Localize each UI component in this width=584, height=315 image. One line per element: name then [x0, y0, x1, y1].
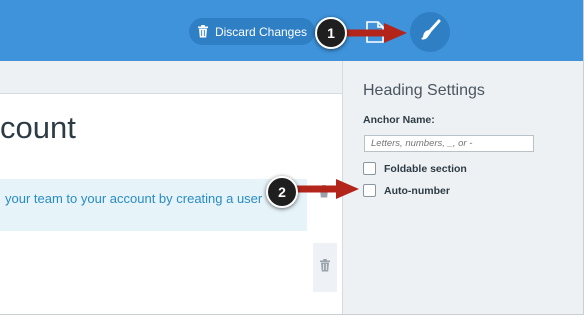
foldable-section-row[interactable]: Foldable section: [363, 162, 467, 175]
annotation-arrow-1: [344, 23, 407, 43]
trash-icon: [197, 25, 209, 38]
annotation-callout-1: 1: [315, 17, 347, 49]
foldable-section-checkbox[interactable]: [363, 162, 376, 175]
highlighted-block[interactable]: your team to your account by creating a …: [0, 179, 307, 231]
editor-toolbar: Discard Changes: [0, 0, 583, 61]
anchor-name-input[interactable]: [364, 135, 534, 152]
auto-number-checkbox[interactable]: [363, 184, 376, 197]
foldable-section-label: Foldable section: [384, 162, 467, 175]
annotation-callout-2: 2: [266, 176, 298, 208]
brush-icon: [419, 19, 441, 46]
discard-changes-label: Discard Changes: [214, 24, 308, 39]
trash-icon: [319, 258, 331, 277]
anchor-name-label: Anchor Name:: [363, 114, 435, 126]
editor-subbar: [0, 61, 342, 94]
auto-number-label: Auto-number: [384, 184, 450, 197]
annotation-arrow-2: [293, 179, 359, 199]
screenshot-frame: Discard Changes count your team to your …: [0, 0, 584, 315]
highlighted-block-text: your team to your account by creating a …: [5, 191, 263, 206]
block-trash-button[interactable]: [313, 243, 337, 292]
heading-settings-brush-button[interactable]: [410, 12, 450, 52]
auto-number-row[interactable]: Auto-number: [363, 184, 450, 197]
heading-settings-panel: Heading Settings Anchor Name: Foldable s…: [342, 61, 583, 314]
discard-changes-button[interactable]: Discard Changes: [189, 18, 315, 45]
panel-title: Heading Settings: [363, 82, 485, 99]
page-heading[interactable]: count: [0, 110, 330, 146]
